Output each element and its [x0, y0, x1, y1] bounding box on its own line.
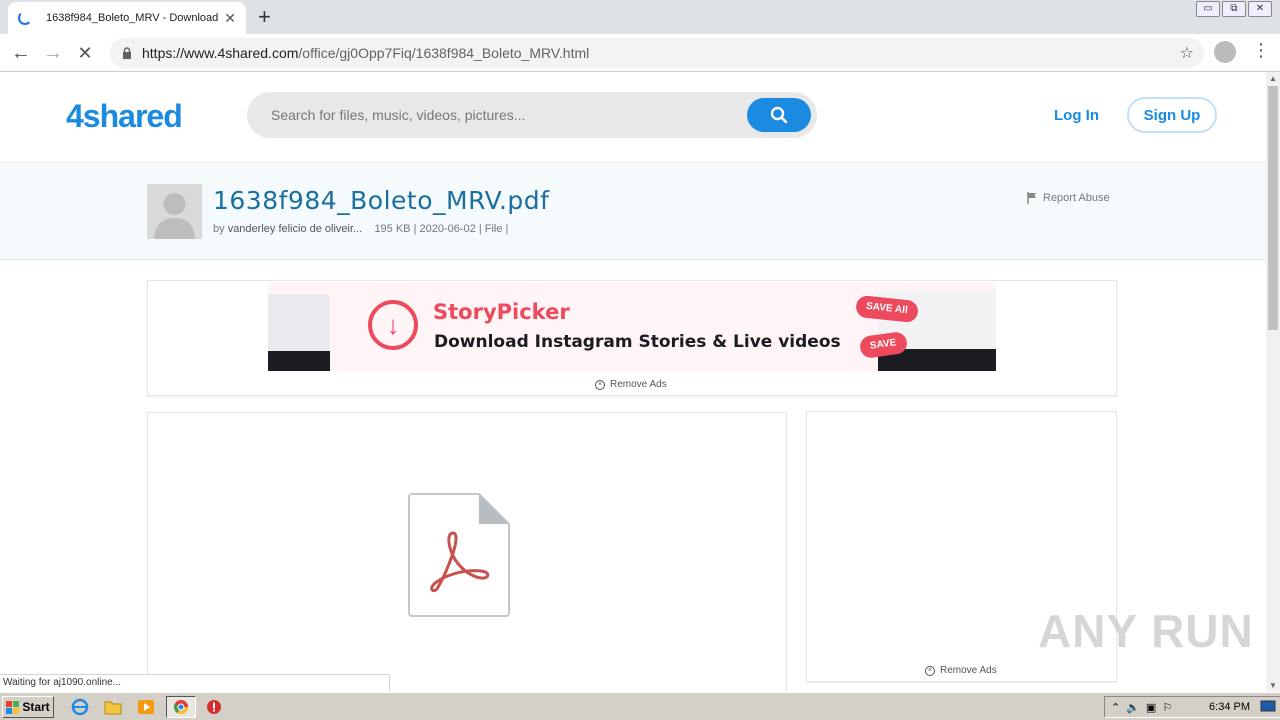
show-desktop-icon[interactable] [1258, 697, 1278, 717]
url-host: https://www.4shared.com [142, 45, 299, 61]
login-link[interactable]: Log In [1054, 107, 1099, 124]
file-meta: by vanderley felicio de oliveir... 195 K… [213, 223, 508, 235]
action-center-flag-icon[interactable]: ⚐ [1162, 701, 1172, 714]
browser-menu-icon[interactable]: ⋮ [1252, 40, 1270, 61]
start-label: Start [22, 700, 50, 714]
close-window-button[interactable]: ✕ [1248, 1, 1272, 17]
lock-icon [123, 47, 131, 59]
logo-quad [13, 700, 20, 707]
file-info-bar: 1638f984_Boleto_MRV.pdf by vanderley fel… [0, 164, 1266, 260]
url-path: /office/gj0Opp7Fiq/1638f984_Boleto_MRV.h… [298, 45, 590, 61]
scroll-down-arrow-icon[interactable]: ▼ [1269, 681, 1277, 690]
start-button[interactable]: Start [2, 696, 54, 718]
windows-taskbar: Start ⌃ 🔈 ▣ ⚐ 6:34 PM [0, 692, 1280, 720]
ad-card-bar [268, 351, 330, 371]
search-icon [770, 106, 788, 124]
media-glyph [138, 700, 154, 714]
volume-icon[interactable]: 🔈 [1126, 701, 1140, 714]
network-icon[interactable]: ▣ [1146, 701, 1156, 714]
site-logo[interactable]: 4shared [66, 98, 183, 135]
tray-expand-icon[interactable]: ⌃ [1111, 701, 1120, 714]
browser-tab[interactable]: 1638f984_Boleto_MRV - Download - ✕ [8, 2, 246, 34]
report-abuse-link[interactable]: Report Abuse [1027, 192, 1110, 204]
tab-title: 1638f984_Boleto_MRV - Download - [46, 12, 219, 24]
page-scrollbar[interactable]: ▲ ▼ [1266, 72, 1280, 692]
search-input[interactable] [271, 104, 731, 126]
signup-button[interactable]: Sign Up [1127, 97, 1217, 133]
document-preview[interactable] [147, 412, 787, 692]
search-button[interactable] [747, 98, 811, 132]
user-silhouette-icon [154, 193, 195, 239]
top-ad-container: ↓ StoryPicker Download Instagram Stories… [147, 280, 1117, 396]
desktop-glyph [1260, 700, 1276, 712]
webpage: 4shared Log In Sign Up 1638f [0, 72, 1266, 692]
pdf-file-icon [408, 493, 510, 617]
side-remove-ads-link[interactable]: × Remove Ads [925, 665, 997, 676]
windows-logo-icon [6, 700, 20, 714]
file-details: 195 KB | 2020-06-02 | File | [374, 223, 509, 235]
taskbar-clock[interactable]: 6:34 PM [1209, 701, 1250, 713]
address-bar[interactable]: https://www.4shared.com/office/gj0Opp7Fi… [110, 38, 1204, 68]
media-player-icon[interactable] [136, 697, 156, 717]
bookmark-star-icon[interactable]: ☆ [1180, 43, 1194, 63]
report-abuse-label: Report Abuse [1043, 192, 1110, 204]
stop-button[interactable]: ✕ [72, 40, 98, 66]
logo-quad [13, 707, 20, 714]
site-header: 4shared Log In Sign Up [0, 72, 1266, 163]
browser-tab-strip: 1638f984_Boleto_MRV - Download - ✕ + ▭ ⧉… [0, 0, 1280, 34]
internet-explorer-icon[interactable] [70, 697, 90, 717]
browser-status-bar: Waiting for aj1090.online... [0, 674, 390, 692]
ie-glyph [71, 698, 89, 716]
file-explorer-icon[interactable] [103, 697, 123, 717]
close-circle-icon: × [595, 379, 605, 390]
window-controls: ▭ ⧉ ✕ [1196, 1, 1272, 17]
ad-phone-card-left [268, 294, 330, 371]
chrome-taskbar-button[interactable] [166, 696, 196, 718]
ad-banner[interactable]: ↓ StoryPicker Download Instagram Stories… [268, 282, 996, 371]
scroll-thumb[interactable] [1268, 86, 1278, 330]
remove-ads-link[interactable]: × Remove Ads [595, 379, 667, 390]
stop-glyph [207, 700, 221, 714]
tab-close-button[interactable]: ✕ [224, 10, 236, 27]
author-link[interactable]: vanderley felicio de oliveir... [228, 223, 363, 235]
flag-icon [1027, 192, 1036, 204]
ad-tagline: Download Instagram Stories & Live videos [434, 332, 841, 352]
close-circle-icon: × [925, 665, 935, 676]
ad-brand: StoryPicker [433, 300, 570, 324]
loading-spinner-icon [18, 11, 32, 25]
profile-avatar-icon[interactable] [1214, 41, 1236, 63]
remove-ads-label: Remove Ads [940, 665, 997, 676]
anyrun-watermark: ANY RUN [1038, 605, 1254, 657]
file-title: 1638f984_Boleto_MRV.pdf [213, 186, 550, 215]
remove-ads-label: Remove Ads [610, 379, 667, 390]
logo-quad [6, 700, 13, 707]
back-button[interactable]: ← [8, 40, 34, 66]
minimize-button[interactable]: ▭ [1196, 1, 1220, 17]
search-bar [247, 92, 817, 138]
folder-glyph [104, 701, 122, 715]
forward-button[interactable]: → [40, 40, 66, 66]
system-tray: ⌃ 🔈 ▣ ⚐ 6:34 PM [1104, 696, 1280, 718]
chrome-icon [173, 700, 188, 714]
opera-icon[interactable] [204, 697, 224, 717]
scroll-up-arrow-icon[interactable]: ▲ [1269, 74, 1277, 83]
by-label: by [213, 223, 225, 235]
browser-toolbar: ← → ✕ https://www.4shared.com/office/gj0… [0, 34, 1280, 72]
url-text: https://www.4shared.com/office/gj0Opp7Fi… [142, 45, 589, 61]
new-tab-button[interactable]: + [258, 4, 271, 30]
logo-quad [6, 707, 13, 714]
restore-button[interactable]: ⧉ [1222, 1, 1246, 17]
user-avatar[interactable] [147, 184, 202, 239]
download-circle-icon: ↓ [368, 300, 418, 350]
